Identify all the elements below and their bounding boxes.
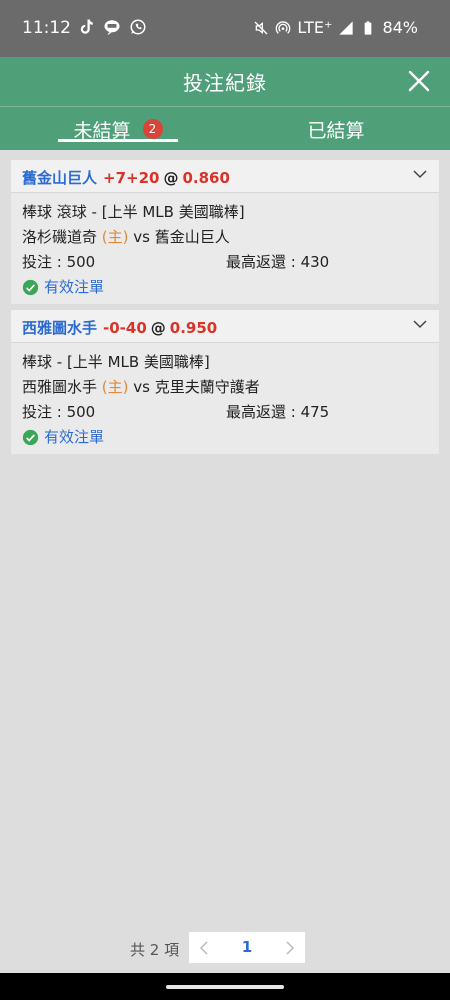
bet-status-label: 有效注單 [44, 428, 105, 446]
network-type: LTE⁺ [297, 18, 333, 37]
bet-line: +7+20 [103, 169, 160, 187]
home-gesture-handle[interactable] [166, 985, 284, 989]
tiktok-icon [80, 19, 93, 34]
bet-card: 西雅圖水手 -0-40 @0.950 棒球 - [上半 MLB 美國職棒] 西雅圖水… [11, 310, 439, 454]
bet-amounts: 投注 : 500 最高返還 : 430 [22, 250, 428, 275]
bet-odds: 0.950 [169, 319, 218, 337]
home-team: 洛杉磯道奇 [22, 228, 98, 246]
system-nav-bar [0, 973, 450, 1000]
active-tab-indicator [58, 139, 178, 142]
bet-selection: 西雅圖水手 -0-40 @0.950 [22, 317, 217, 338]
bet-amounts: 投注 : 500 最高返還 : 475 [22, 400, 428, 425]
bet-odds: 0.860 [182, 169, 230, 187]
bet-status-label: 有效注單 [44, 278, 105, 296]
bet-category: 棒球 - [上半 MLB 美國職棒] [22, 353, 210, 371]
bet-card-body: 棒球 滾球 - [上半 MLB 美國職棒] 洛杉磯道奇 (主) vs 舊金山巨人… [11, 193, 439, 300]
bet-team: 舊金山巨人 [22, 169, 98, 187]
tab-settled[interactable]: 已結算 [276, 113, 396, 145]
status-time: 11:12 [22, 18, 71, 38]
away-team: 舊金山巨人 [154, 228, 230, 246]
bet-selection: 舊金山巨人 +7+20 @0.860 [22, 167, 230, 188]
page-title: 投注紀錄 [183, 71, 267, 95]
bet-matchup: 西雅圖水手 (主) vs 克里夫蘭守護者 [22, 375, 428, 400]
stake-amount: 投注 : 500 [22, 403, 96, 421]
unsettled-count-badge: 2 [142, 119, 163, 139]
bet-status: 有效注單 [22, 275, 428, 300]
bet-at: @ [163, 169, 179, 187]
pagination-controls: 1 [189, 932, 305, 963]
whatsapp-icon [130, 19, 146, 35]
chevron-down-icon[interactable] [413, 319, 427, 329]
bet-card-header[interactable]: 舊金山巨人 +7+20 @0.860 [11, 160, 439, 193]
status-bar: 11:12 LTE⁺ 84% [0, 0, 450, 57]
bet-line: -0-40 [103, 319, 147, 337]
line-icon [104, 20, 120, 36]
home-tag: (主) [101, 228, 129, 246]
stake-amount: 投注 : 500 [22, 253, 96, 271]
bet-card-body: 棒球 - [上半 MLB 美國職棒] 西雅圖水手 (主) vs 克里夫蘭守護者 … [11, 343, 439, 450]
pagination-total: 共 2 項 [130, 941, 180, 959]
signal-icon [339, 20, 354, 35]
bet-category: 棒球 滾球 - [上半 MLB 美國職棒] [22, 203, 245, 221]
check-circle-icon [22, 429, 39, 446]
hotspot-icon [276, 20, 291, 34]
battery-level: 84% [382, 18, 418, 37]
chevron-right-icon[interactable] [285, 941, 295, 955]
max-return: 最高返還 : 430 [226, 253, 330, 271]
check-circle-icon [22, 279, 39, 296]
pagination: 共 2 項 1 [0, 932, 450, 963]
vs-label: vs [133, 228, 150, 246]
bet-status: 有效注單 [22, 425, 428, 450]
bet-card: 舊金山巨人 +7+20 @0.860 棒球 滾球 - [上半 MLB 美國職棒] 洛… [11, 160, 439, 304]
app-header: 投注紀錄 [0, 57, 450, 106]
bet-team: 西雅圖水手 [22, 319, 98, 337]
bet-card-header[interactable]: 西雅圖水手 -0-40 @0.950 [11, 310, 439, 343]
away-team: 克里夫蘭守護者 [154, 378, 260, 396]
vs-label: vs [133, 378, 150, 396]
mute-icon [254, 21, 268, 34]
bet-at: @ [150, 319, 166, 337]
max-return: 最高返還 : 475 [226, 403, 330, 421]
tab-bar: 未結算 2 已結算 [0, 106, 450, 150]
bet-matchup: 洛杉磯道奇 (主) vs 舊金山巨人 [22, 225, 428, 250]
chevron-down-icon[interactable] [413, 169, 427, 179]
tab-settled-label: 已結算 [307, 119, 365, 142]
battery-icon [365, 20, 372, 35]
notification-icons [77, 18, 147, 36]
home-tag: (主) [101, 378, 129, 396]
home-team: 西雅圖水手 [22, 378, 98, 396]
close-icon[interactable] [406, 68, 432, 94]
system-status: LTE⁺ 84% [253, 18, 418, 37]
